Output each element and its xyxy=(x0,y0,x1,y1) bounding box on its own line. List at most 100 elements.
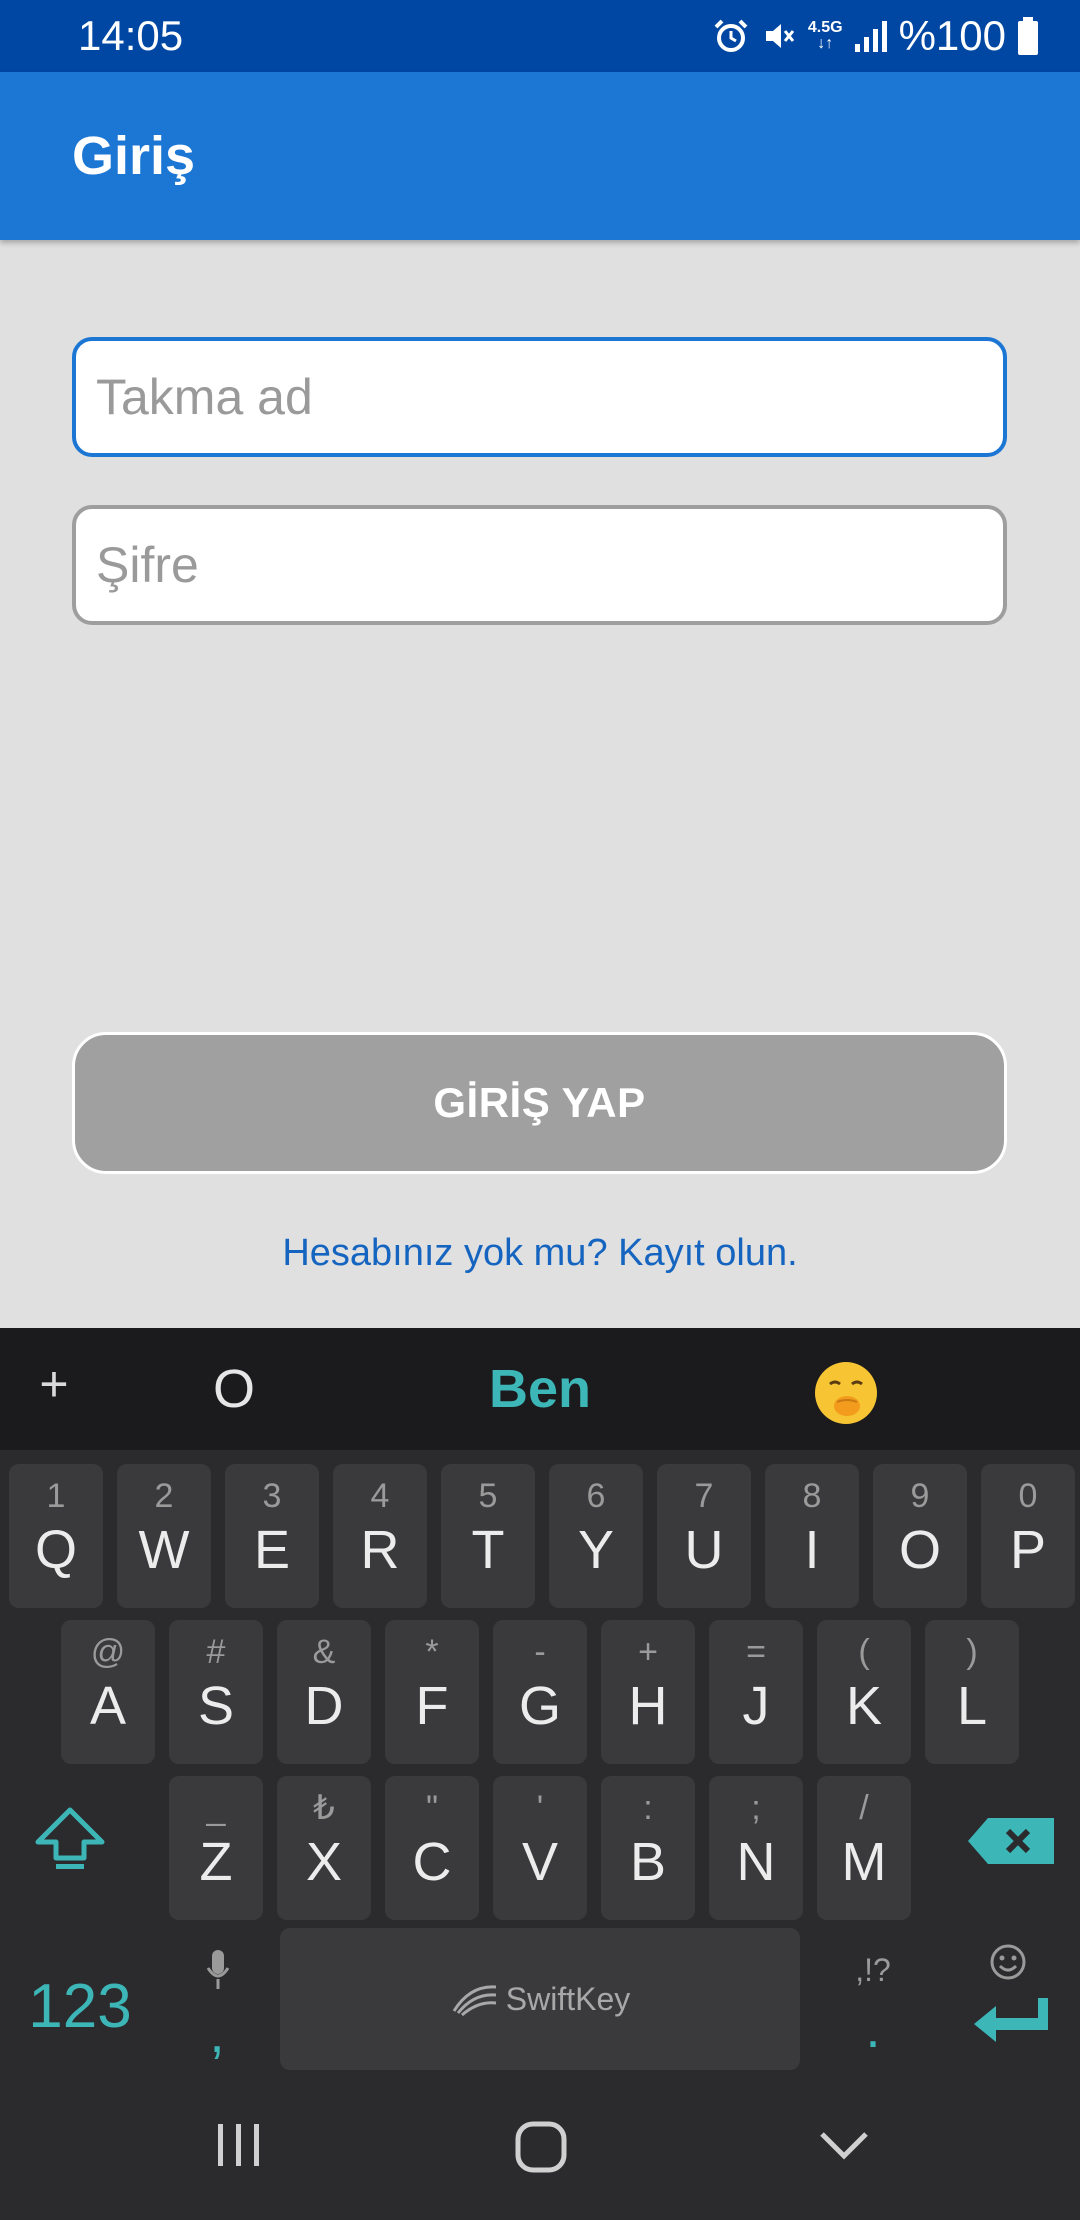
key-secondary-label: : xyxy=(643,1789,653,1827)
key-label: N xyxy=(736,1832,776,1892)
key-k[interactable]: (K xyxy=(817,1620,911,1764)
smiley-icon xyxy=(990,1944,1026,1980)
signal-icon xyxy=(854,21,887,52)
key-secondary-label: 8 xyxy=(802,1477,822,1515)
key-b[interactable]: :B xyxy=(601,1776,695,1920)
hide-keyboard-icon[interactable] xyxy=(818,2128,870,2164)
key-w[interactable]: 2W xyxy=(117,1464,211,1608)
suggestion-left[interactable]: O xyxy=(170,1356,298,1422)
nickname-input[interactable] xyxy=(96,341,986,453)
key-secondary-label: 1 xyxy=(46,1477,66,1515)
key-secondary-label: ( xyxy=(858,1633,870,1671)
key-y[interactable]: 6Y xyxy=(549,1464,643,1608)
plus-icon[interactable]: + xyxy=(30,1354,78,1414)
login-button[interactable]: GİRİŞ YAP xyxy=(72,1032,1007,1174)
key-secondary-label: 3 xyxy=(262,1477,282,1515)
key-secondary-label: 0 xyxy=(1018,1477,1038,1515)
key-label: J xyxy=(742,1676,770,1736)
battery-percent: %100 xyxy=(898,12,1006,59)
key-label: T xyxy=(471,1520,505,1580)
key-label: C xyxy=(412,1832,452,1892)
key-secondary-label: 2 xyxy=(154,1477,174,1515)
key-j[interactable]: = J xyxy=(709,1620,803,1764)
key-x[interactable]: ₺ X xyxy=(277,1776,371,1920)
key-label: R xyxy=(360,1520,400,1580)
key-label: H xyxy=(628,1676,668,1736)
key-secondary-label: _ xyxy=(206,1789,226,1827)
key-d[interactable]: & D xyxy=(277,1620,371,1764)
key-t[interactable]: 5T xyxy=(441,1464,535,1608)
status-icons: 4.5G ↓↑ %100 xyxy=(712,10,1040,62)
key-secondary-label: * xyxy=(425,1633,439,1671)
key-m[interactable]: / M xyxy=(817,1776,911,1920)
enter-icon xyxy=(974,1998,1048,2042)
key-secondary-label: # xyxy=(206,1633,226,1671)
key-r[interactable]: 4R xyxy=(333,1464,427,1608)
network-type: 4.5G ↓↑ xyxy=(807,19,843,52)
space-label: SwiftKey xyxy=(505,1980,631,2017)
key-label: K xyxy=(845,1676,883,1736)
key-label: E xyxy=(253,1520,291,1580)
password-field[interactable] xyxy=(72,505,1007,625)
navigation-bar xyxy=(0,2070,1080,2220)
key-secondary-label: ; xyxy=(751,1789,761,1827)
vibrate-mute-icon xyxy=(765,24,795,48)
page-title: Giriş xyxy=(72,126,196,186)
key-label: W xyxy=(138,1520,190,1580)
period-key[interactable]: ,!? . xyxy=(826,1928,920,2070)
register-link[interactable]: Hesabınız yok mu? Kayıt olun. xyxy=(0,1225,1080,1281)
key-label: G xyxy=(518,1676,561,1736)
suggestion-bar: + O Ben xyxy=(0,1328,1080,1450)
alarm-icon xyxy=(714,19,748,52)
key-c[interactable]: " C xyxy=(385,1776,479,1920)
key-f[interactable]: * F xyxy=(385,1620,479,1764)
shift-icon[interactable] xyxy=(30,1804,110,1874)
key-label: F xyxy=(415,1676,449,1736)
key-label: Z xyxy=(199,1832,233,1892)
backspace-icon[interactable] xyxy=(966,1816,1058,1866)
key-s[interactable]: # S xyxy=(169,1620,263,1764)
key-secondary-label: 9 xyxy=(910,1477,930,1515)
key-secondary-label: 6 xyxy=(586,1477,606,1515)
key-e[interactable]: 3E xyxy=(225,1464,319,1608)
comma-key[interactable]: , xyxy=(170,1928,264,2070)
key-q[interactable]: 1Q xyxy=(9,1464,103,1608)
key-secondary-label: 7 xyxy=(694,1477,714,1515)
swiftkey-logo-icon xyxy=(452,1985,496,2017)
shushing-face-emoji-icon[interactable] xyxy=(813,1360,879,1426)
suggestion-center[interactable]: Ben xyxy=(440,1356,640,1422)
key-label: X xyxy=(305,1832,343,1892)
key-label: I xyxy=(804,1520,820,1580)
key-g[interactable]: -G xyxy=(493,1620,587,1764)
key-label: A xyxy=(89,1676,127,1736)
nickname-field[interactable] xyxy=(72,337,1007,457)
recent-apps-icon[interactable] xyxy=(214,2120,264,2170)
key-h[interactable]: + H xyxy=(601,1620,695,1764)
key-z[interactable]: _ Z xyxy=(169,1776,263,1920)
key-secondary-label: - xyxy=(534,1633,546,1671)
key-i[interactable]: 8I xyxy=(765,1464,859,1608)
key-n[interactable]: ; N xyxy=(709,1776,803,1920)
key-label: O xyxy=(898,1520,941,1580)
app-bar: Giriş xyxy=(0,72,1080,240)
key-v[interactable]: ' V xyxy=(493,1776,587,1920)
password-input[interactable] xyxy=(96,509,986,621)
key-secondary-label: / xyxy=(859,1789,869,1827)
status-bar: 14:05 4.5G ↓↑ %100 xyxy=(0,0,1080,72)
key-p[interactable]: 0P xyxy=(981,1464,1075,1608)
key-u[interactable]: 7U xyxy=(657,1464,751,1608)
key-label: L xyxy=(956,1676,988,1736)
key-label: Q xyxy=(34,1520,77,1580)
enter-key[interactable] xyxy=(960,1928,1068,2070)
keyboard: + O Ben 1 Q 2 W 3 E 4 R 5 T 6 Y 7 U 8 I 9 O 0 P @ A # S & D * F - G + H… xyxy=(0,1328,1080,2070)
key-l[interactable]: ) L xyxy=(925,1620,1019,1764)
numbers-key[interactable]: 123 xyxy=(10,1932,150,2082)
key-o[interactable]: 9O xyxy=(873,1464,967,1608)
key-secondary-label: ) xyxy=(966,1633,978,1671)
key-secondary-label: @ xyxy=(90,1633,126,1671)
space-key[interactable]: SwiftKey xyxy=(280,1928,800,2070)
key-a[interactable]: @ A xyxy=(61,1620,155,1764)
home-icon[interactable] xyxy=(514,2120,568,2174)
key-label: S xyxy=(197,1676,235,1736)
key-secondary-label: ' xyxy=(536,1789,544,1827)
